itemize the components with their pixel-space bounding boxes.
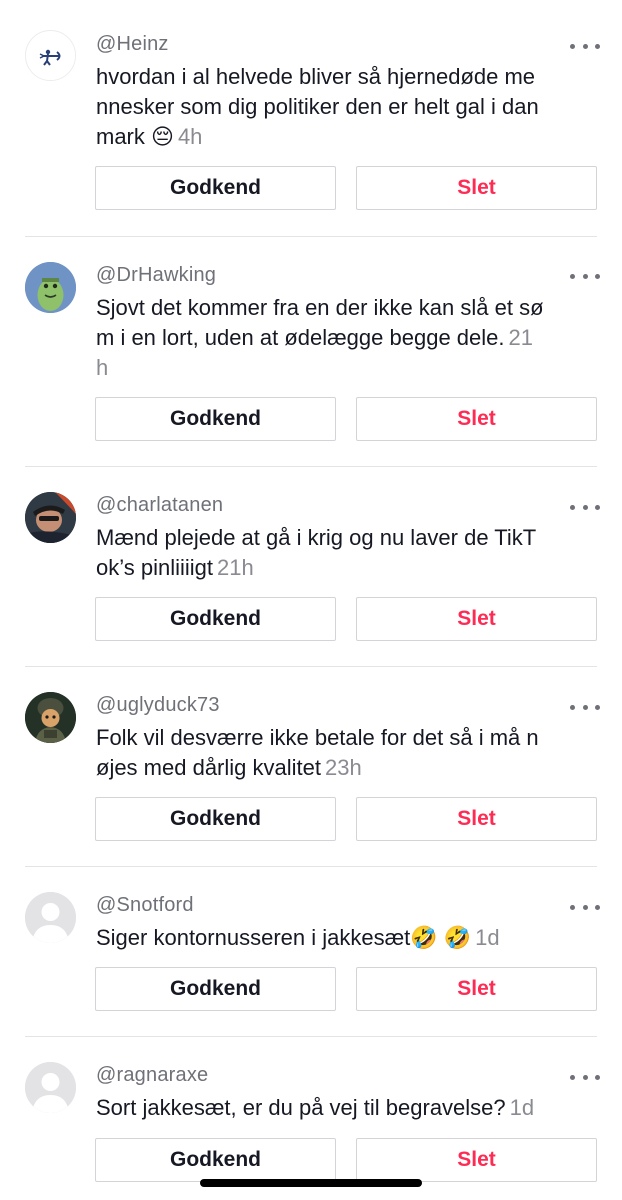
avatar[interactable]	[25, 892, 76, 943]
more-options-icon[interactable]	[570, 497, 600, 517]
comment-text-line: nnesker som dig politiker den er helt ga…	[96, 94, 539, 119]
default-avatar-icon	[25, 892, 76, 943]
delete-button[interactable]: Slet	[356, 397, 597, 441]
comment-text-line: ok’s pinliiiigt	[96, 555, 213, 580]
approve-button[interactable]: Godkend	[95, 1138, 336, 1182]
approve-button[interactable]: Godkend	[95, 967, 336, 1011]
delete-button[interactable]: Slet	[356, 166, 597, 210]
divider	[25, 666, 597, 667]
comment-text-line: hvordan i al helvede bliver så hjernedød…	[96, 64, 536, 89]
comment-username[interactable]: @Heinz	[96, 33, 169, 56]
comment-username[interactable]: @charlatanen	[96, 494, 223, 517]
divider	[25, 1036, 597, 1037]
divider	[25, 866, 597, 867]
delete-button[interactable]: Slet	[356, 967, 597, 1011]
approve-button[interactable]: Godkend	[95, 797, 336, 841]
soldier-avatar-icon	[25, 692, 76, 743]
comment-text: Mænd plejede at gå i krig og nu laver de…	[96, 523, 606, 583]
comment-text: Folk vil desværre ikke betale for det så…	[96, 723, 606, 783]
more-options-icon[interactable]	[570, 697, 600, 717]
comment-text-line: Siger kontornusseren i jakkesæt🤣 🤣	[96, 925, 472, 950]
approve-button[interactable]: Godkend	[95, 166, 336, 210]
comment-moderation-list: @Heinz hvordan i al helvede bliver så hj…	[0, 0, 622, 1200]
comment-username[interactable]: @DrHawking	[96, 264, 216, 287]
default-avatar-icon	[25, 1062, 76, 1113]
comment-username[interactable]: @ragnaraxe	[96, 1064, 208, 1087]
comment-text-line: Sort jakkesæt, er du på vej til begravel…	[96, 1095, 506, 1120]
avatar[interactable]	[25, 692, 76, 743]
comment-text: Siger kontornusseren i jakkesæt🤣 🤣 1d	[96, 923, 606, 953]
approve-button[interactable]: Godkend	[95, 597, 336, 641]
divider	[25, 466, 597, 467]
cartoon-face-icon	[25, 262, 76, 313]
comment-text-line: mark 😔	[96, 124, 174, 149]
comment-timestamp: 23h	[324, 755, 362, 780]
comment-timestamp: 21	[508, 325, 533, 350]
comment-timestamp: 1d	[475, 925, 500, 950]
home-indicator[interactable]	[200, 1179, 422, 1187]
delete-button[interactable]: Slet	[356, 1138, 597, 1182]
comment-timestamp-wrap: h	[96, 355, 109, 380]
avatar[interactable]	[25, 30, 76, 81]
comment-text-line: m i en lort, uden at ødelægge begge dele…	[96, 325, 505, 350]
photo-avatar-icon	[25, 492, 76, 543]
comment-timestamp: 21h	[216, 555, 254, 580]
more-options-icon[interactable]	[570, 266, 600, 286]
comment-text-line: Folk vil desværre ikke betale for det så…	[96, 725, 539, 750]
comment-text: Sort jakkesæt, er du på vej til begravel…	[96, 1093, 606, 1123]
avatar[interactable]	[25, 492, 76, 543]
comment-text-line: Mænd plejede at gå i krig og nu laver de…	[96, 525, 537, 550]
delete-button[interactable]: Slet	[356, 797, 597, 841]
comment-text: Sjovt det kommer fra en der ikke kan slå…	[96, 293, 606, 383]
comment-username[interactable]: @uglyduck73	[96, 694, 220, 717]
more-options-icon[interactable]	[570, 897, 600, 917]
approve-button[interactable]: Godkend	[95, 397, 336, 441]
divider	[25, 236, 597, 237]
more-options-icon[interactable]	[570, 36, 600, 56]
comment-timestamp: 4h	[177, 124, 203, 149]
comment-text-line: øjes med dårlig kvalitet	[96, 755, 321, 780]
avatar[interactable]	[25, 262, 76, 313]
delete-button[interactable]: Slet	[356, 597, 597, 641]
more-options-icon[interactable]	[570, 1067, 600, 1087]
comment-timestamp: 1d	[509, 1095, 535, 1120]
comment-text: hvordan i al helvede bliver så hjernedød…	[96, 62, 606, 152]
avatar[interactable]	[25, 1062, 76, 1113]
comment-text-line: Sjovt det kommer fra en der ikke kan slå…	[96, 295, 544, 320]
archer-logo-icon	[26, 31, 75, 80]
comment-username[interactable]: @Snotford	[96, 894, 194, 917]
